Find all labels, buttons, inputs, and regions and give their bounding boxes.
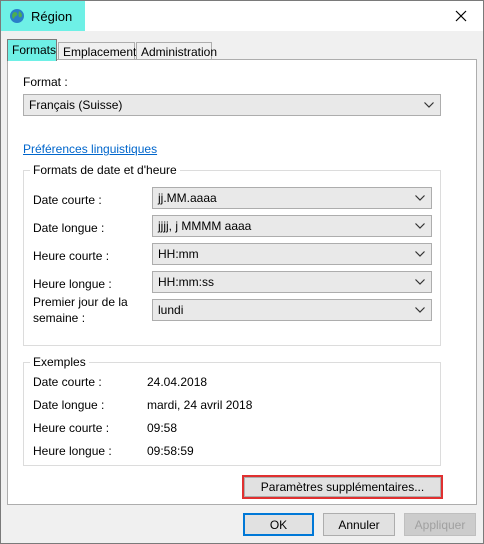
globe-icon [9, 8, 25, 24]
tab-emplacement[interactable]: Emplacement [58, 42, 136, 60]
example-long-time-value: 09:58:59 [147, 444, 194, 458]
chevron-down-icon [415, 251, 425, 257]
tab-administration[interactable]: Administration [136, 42, 217, 60]
close-button[interactable] [439, 1, 483, 31]
close-icon [455, 10, 467, 22]
chevron-down-icon [415, 223, 425, 229]
first-day-label-line1: Premier jour de la [33, 295, 128, 309]
short-date-label: Date courte : [33, 193, 102, 207]
date-time-formats-title: Formats de date et d'heure [30, 163, 180, 177]
format-value: Français (Suisse) [29, 98, 123, 112]
format-select[interactable]: Français (Suisse) [23, 94, 441, 116]
ok-button[interactable]: OK [243, 513, 314, 536]
format-label: Format : [23, 75, 68, 89]
example-short-time-label: Heure courte : [33, 421, 110, 435]
short-date-select[interactable]: jj.MM.aaaa [152, 187, 432, 209]
window-title: Région [31, 9, 73, 24]
first-day-value: lundi [158, 303, 184, 317]
short-time-label: Heure courte : [33, 249, 110, 263]
example-long-date-label: Date longue : [33, 398, 105, 412]
long-time-label: Heure longue : [33, 277, 112, 291]
apply-button[interactable]: Appliquer [404, 513, 476, 536]
date-time-formats-group: Formats de date et d'heure Date courte :… [23, 163, 441, 346]
long-time-select[interactable]: HH:mm:ss [152, 271, 432, 293]
short-time-value: HH:mm [158, 247, 199, 261]
long-date-label: Date longue : [33, 221, 105, 235]
cancel-button[interactable]: Annuler [323, 513, 395, 536]
example-short-date-value: 24.04.2018 [147, 375, 208, 389]
language-preferences-link[interactable]: Préférences linguistiques [23, 142, 157, 156]
chevron-down-icon [415, 279, 425, 285]
first-day-select[interactable]: lundi [152, 299, 432, 321]
tab-formats[interactable]: Formats [7, 39, 57, 61]
first-day-label-line2: semaine : [33, 311, 86, 325]
example-short-date-label: Date courte : [33, 375, 102, 389]
example-short-time-value: 09:58 [147, 421, 178, 435]
long-date-select[interactable]: jjjj, j MMMM aaaa [152, 215, 432, 237]
examples-group: Exemples Date courte : 24.04.2018 Date l… [23, 355, 441, 466]
chevron-down-icon [415, 195, 425, 201]
example-long-time-label: Heure longue : [33, 444, 112, 458]
examples-title: Exemples [30, 355, 89, 369]
short-date-value: jj.MM.aaaa [158, 191, 217, 205]
title-bar: Région [1, 1, 483, 31]
long-date-value: jjjj, j MMMM aaaa [158, 219, 252, 233]
short-time-select[interactable]: HH:mm [152, 243, 432, 265]
chevron-down-icon [424, 102, 434, 108]
formats-panel: Format : Français (Suisse) Préférences l… [7, 59, 477, 505]
example-long-date-value: mardi, 24 avril 2018 [147, 398, 253, 412]
region-dialog: Région Formats Emplacement Administratio… [0, 0, 484, 544]
annotation-highlight-box [242, 475, 443, 499]
long-time-value: HH:mm:ss [158, 275, 214, 289]
chevron-down-icon [415, 307, 425, 313]
